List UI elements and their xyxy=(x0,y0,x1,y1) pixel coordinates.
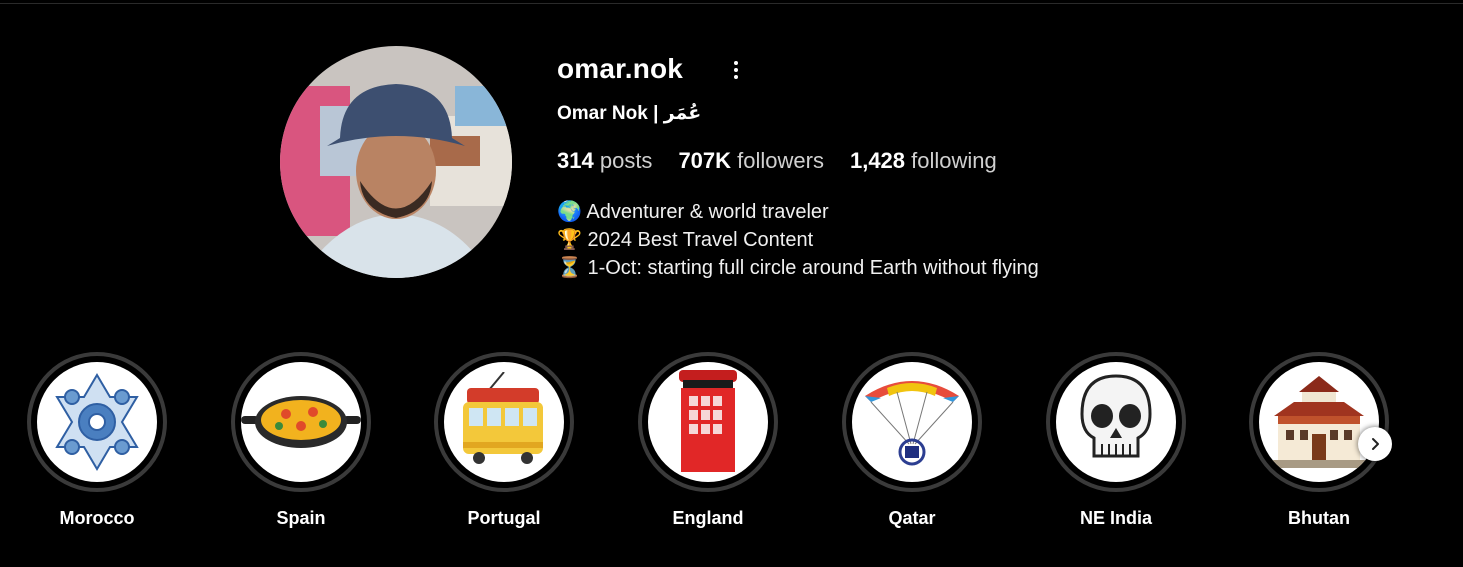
highlight-ring xyxy=(27,352,167,492)
phone-booth-icon xyxy=(679,370,737,472)
profile-stats: 314 posts 707K followers 1,428 following xyxy=(557,148,997,174)
bio-line: ⏳ 1-Oct: starting full circle around Ear… xyxy=(557,257,1039,279)
following-label: following xyxy=(911,148,997,173)
highlight-morocco[interactable]: Morocco xyxy=(27,352,167,529)
skull-icon xyxy=(1080,374,1152,458)
highlight-portugal[interactable]: Portugal xyxy=(434,352,574,529)
posts-number: 314 xyxy=(557,148,594,173)
avatar-photo xyxy=(280,46,512,278)
highlight-spain[interactable]: Spain xyxy=(231,352,371,529)
highlight-qatar[interactable]: Qatar xyxy=(842,352,982,529)
posts-label: posts xyxy=(599,148,653,173)
profile-username: omar.nok xyxy=(557,53,684,84)
posts-count: 314 posts xyxy=(557,148,652,174)
top-divider xyxy=(0,0,1463,4)
highlight-ne-india[interactable]: NE India xyxy=(1046,352,1186,529)
tram-icon xyxy=(463,372,543,464)
highlight-label: NE India xyxy=(1079,508,1152,528)
highlight-england[interactable]: England xyxy=(638,352,778,529)
highlight-ring xyxy=(638,352,778,492)
paramotor-icon xyxy=(865,381,959,466)
highlight-ring xyxy=(1249,352,1389,492)
profile-avatar[interactable] xyxy=(280,46,512,278)
profile-full-name: Omar Nok | عُمَر xyxy=(557,103,702,124)
following-number: 1,428 xyxy=(849,148,906,173)
following-link[interactable]: 1,428 following xyxy=(850,148,997,174)
highlights-next-button[interactable] xyxy=(1358,427,1392,461)
moroccan-tile-icon xyxy=(55,373,139,471)
highlight-label: Qatar xyxy=(888,508,936,528)
paella-pan-icon xyxy=(241,396,361,448)
highlight-label: Morocco xyxy=(59,508,135,528)
highlight-ring xyxy=(842,352,982,492)
highlight-label: Portugal xyxy=(467,508,541,528)
dzong-icon xyxy=(1270,376,1368,468)
highlight-ring xyxy=(231,352,371,492)
profile-bio: 🌍 Adventurer & world traveler 🏆 2024 Bes… xyxy=(557,198,1039,282)
highlight-ring xyxy=(1046,352,1186,492)
highlight-ring xyxy=(434,352,574,492)
followers-link[interactable]: 707K followers xyxy=(678,148,824,174)
bio-line: 🏆 2024 Best Travel Content xyxy=(557,229,814,251)
more-options-icon[interactable] xyxy=(722,56,750,84)
followers-label: followers xyxy=(737,148,824,173)
followers-number: 707K xyxy=(678,148,732,173)
chevron-right-icon xyxy=(1372,438,1379,450)
highlight-label: England xyxy=(672,508,744,528)
highlight-label: Spain xyxy=(276,508,326,528)
highlight-label: Bhutan xyxy=(1288,508,1350,528)
bio-line: 🌍 Adventurer & world traveler xyxy=(557,201,829,223)
